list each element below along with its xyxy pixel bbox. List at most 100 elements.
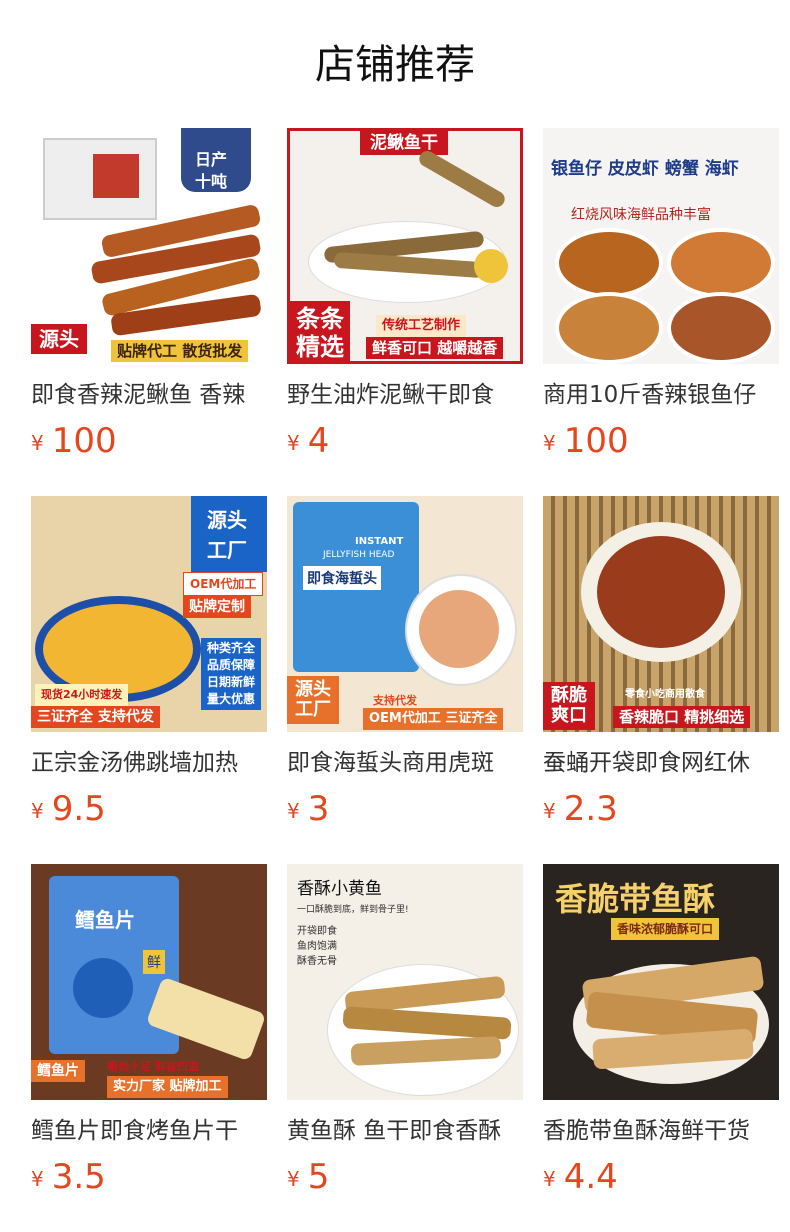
features-list: 种类齐全 品质保障 日期新鲜 量大优惠 (201, 638, 262, 710)
product-image-6[interactable]: 酥脆 爽口 零食小吃商用散食 香辣脆口 精挑细选 (543, 496, 779, 732)
crispy-tag: 酥脆 爽口 (543, 682, 595, 730)
price-row: ¥3 (287, 786, 523, 832)
product-card-6[interactable]: 酥脆 爽口 零食小吃商用散食 香辣脆口 精挑细选 蚕蛹开袋即食网红休 ¥2.3 (543, 496, 779, 836)
badge-text-line1: 日产 (195, 150, 228, 169)
feature-2: 鱼肉饱满 (297, 941, 337, 952)
factory-corner-line2: 工厂 (207, 538, 247, 562)
factory-oem-tag-text: 实力厂家 贴牌加工 (113, 1079, 222, 1094)
feature-list: 开袋即食 鱼肉饱满 酥香无骨 (297, 924, 337, 969)
package-fresh-mark: 鲜 (143, 950, 165, 974)
product-name[interactable]: 即食海蜇头商用虎斑 (287, 746, 523, 780)
slogan-tag: 鲜香可口 越嚼越香 (366, 337, 504, 359)
cert-tag: 三证齐全 支持代发 (31, 706, 160, 728)
product-name[interactable]: 鳕鱼片即食烤鱼片干 (31, 1114, 267, 1148)
product-name[interactable]: 即食香辣泥鳅鱼 香辣 (31, 378, 267, 412)
craft-tag-text: 传统工艺制作 (382, 318, 461, 333)
product-price: 4 (307, 421, 330, 461)
cert-tag-text: 三证齐全 支持代发 (37, 709, 154, 725)
currency-symbol: ¥ (287, 799, 300, 823)
product-price: 4.4 (563, 1157, 618, 1197)
price-row: ¥3.5 (31, 1154, 267, 1200)
factory-tag: 源头 工厂 (287, 676, 339, 724)
currency-symbol: ¥ (287, 431, 300, 455)
product-image-5[interactable]: INSTANT JELLYFISH HEAD 即食海蜇头 源头 工厂 支持代发 … (287, 496, 523, 732)
seafood-subtitle: 红烧风味海鲜品种丰富 (571, 207, 711, 223)
product-price: 100 (51, 421, 117, 461)
page-title: 店铺推荐 (315, 42, 475, 88)
product-name[interactable]: 香脆带鱼酥海鲜干货 (543, 1114, 779, 1148)
product-image-7[interactable]: 鳕鱼片 鲜 鳕鱼片 嚼劲十足 鲜香四溢 实力厂家 贴牌加工 (31, 864, 267, 1100)
currency-symbol: ¥ (31, 799, 44, 823)
flavor-tag: 香味浓郁脆酥可口 (611, 918, 720, 940)
ship-tag-text: 现货24小时速发 (41, 688, 123, 701)
brand-tag-text: 贴牌定制 (189, 599, 245, 615)
currency-symbol: ¥ (287, 1167, 300, 1191)
price-row: ¥100 (31, 418, 267, 464)
product-name[interactable]: 蚕蛹开袋即食网红休 (543, 746, 779, 780)
factory-corner-line1: 源头 (207, 508, 247, 532)
product-image-2[interactable]: 泥鳅鱼干 条条 精选 传统工艺制作 鲜香可口 越嚼越香 (287, 128, 523, 364)
factory-tag-line2: 工厂 (295, 699, 331, 720)
product-card-8[interactable]: 香酥小黄鱼 一口酥脆到底，鲜到骨子里! 开袋即食 鱼肉饱满 酥香无骨 黄鱼酥 鱼… (287, 864, 523, 1204)
support-tag-text: 支持代发 (373, 694, 417, 707)
snack-tag: 零食小吃商用散食 (619, 684, 711, 706)
image-title: 香酥小黄鱼 (297, 879, 382, 899)
product-price: 3.5 (51, 1157, 106, 1197)
crispy-tag-line2: 爽口 (551, 705, 587, 726)
package-title: 即食海蜇头 (303, 566, 381, 590)
select-tag: 条条 精选 (290, 301, 350, 361)
product-card-4[interactable]: 源头 工厂 OEM代加工 贴牌定制 种类齐全 品质保障 日期新鲜 量大优惠 现货… (31, 496, 267, 836)
factory-oem-tag: 实力厂家 贴牌加工 (107, 1076, 228, 1098)
product-price: 5 (307, 1157, 330, 1197)
currency-symbol: ¥ (543, 799, 556, 823)
box-graphic (43, 138, 157, 220)
feature-1: 开袋即食 (297, 926, 337, 937)
jellyfish-package: INSTANT JELLYFISH HEAD 即食海蜇头 (293, 502, 419, 672)
package-title: 鳕鱼片 (75, 908, 135, 932)
product-card-1[interactable]: 日产 十吨 源头 贴牌代工 散货批发 即食香辣泥鳅鱼 香辣 ¥100 (31, 128, 267, 468)
oem-tag: OEM代加工 (183, 572, 264, 596)
cod-tag: 鳕鱼片 (31, 1060, 85, 1082)
product-name[interactable]: 黄鱼酥 鱼干即食香酥 (287, 1114, 523, 1148)
chewy-tag: 嚼劲十足 鲜香四溢 (101, 1056, 205, 1078)
header-tag: 泥鳅鱼干 (360, 131, 448, 155)
wholesale-tag-text: 散货批发 (182, 342, 243, 360)
product-card-9[interactable]: 香脆带鱼酥 香味浓郁脆酥可口 香脆带鱼酥海鲜干货 ¥4.4 (543, 864, 779, 1204)
product-name[interactable]: 野生油炸泥鳅干即食 (287, 378, 523, 412)
product-image-8[interactable]: 香酥小黄鱼 一口酥脆到底，鲜到骨子里! 开袋即食 鱼肉饱满 酥香无骨 (287, 864, 523, 1100)
brand-tag: 贴牌定制 (183, 596, 251, 618)
product-name[interactable]: 商用10斤香辣银鱼仔 (543, 378, 779, 412)
feature-2: 品质保障 (207, 658, 256, 672)
product-card-7[interactable]: 鳕鱼片 鲜 鳕鱼片 嚼劲十足 鲜香四溢 实力厂家 贴牌加工 鳕鱼片即食烤鱼片干 … (31, 864, 267, 1204)
oem-tag-text: 贴牌代工 (117, 342, 178, 360)
chewy-tag-text: 嚼劲十足 鲜香四溢 (107, 1060, 199, 1073)
currency-symbol: ¥ (543, 431, 556, 455)
product-image-3[interactable]: 银鱼仔 皮皮虾 螃蟹 海虾 红烧风味海鲜品种丰富 (543, 128, 779, 364)
badge-text-line2: 十吨 (195, 172, 228, 191)
product-card-2[interactable]: 泥鳅鱼干 条条 精选 传统工艺制作 鲜香可口 越嚼越香 野生油炸泥鳅干即食 ¥4 (287, 128, 523, 468)
flavor-tag-text: 香味浓郁脆酥可口 (617, 922, 714, 936)
product-card-3[interactable]: 银鱼仔 皮皮虾 螃蟹 海虾 红烧风味海鲜品种丰富 商用10斤香辣银鱼仔 ¥100 (543, 128, 779, 468)
package-en-line1: INSTANT (355, 536, 404, 547)
product-card-5[interactable]: INSTANT JELLYFISH HEAD 即食海蜇头 源头 工厂 支持代发 … (287, 496, 523, 836)
select-tag-line1: 条条 (296, 305, 344, 333)
oem-cert-tag: OEM代加工 三证齐全 (363, 708, 504, 730)
product-image-9[interactable]: 香脆带鱼酥 香味浓郁脆酥可口 (543, 864, 779, 1100)
product-image-1[interactable]: 日产 十吨 源头 贴牌代工 散货批发 (31, 128, 267, 364)
price-row: ¥4 (287, 418, 523, 464)
feature-4: 量大优惠 (207, 692, 256, 706)
select-tag-line2: 精选 (296, 333, 344, 361)
factory-tag-line1: 源头 (39, 327, 79, 351)
product-price: 2.3 (563, 789, 618, 829)
product-image-4[interactable]: 源头 工厂 OEM代加工 贴牌定制 种类齐全 品质保障 日期新鲜 量大优惠 现货… (31, 496, 267, 732)
feature-1: 种类齐全 (207, 641, 256, 655)
taste-tag: 香辣脆口 精挑细选 (613, 706, 751, 728)
currency-symbol: ¥ (31, 431, 44, 455)
product-price: 9.5 (51, 789, 106, 829)
product-price: 3 (307, 789, 330, 829)
crispy-tag-line1: 酥脆 (551, 685, 587, 706)
price-row: ¥4.4 (543, 1154, 779, 1200)
slogan-tag-text: 鲜香可口 越嚼越香 (372, 339, 498, 357)
craft-tag: 传统工艺制作 (376, 315, 467, 337)
product-name[interactable]: 正宗金汤佛跳墙加热 (31, 746, 267, 780)
